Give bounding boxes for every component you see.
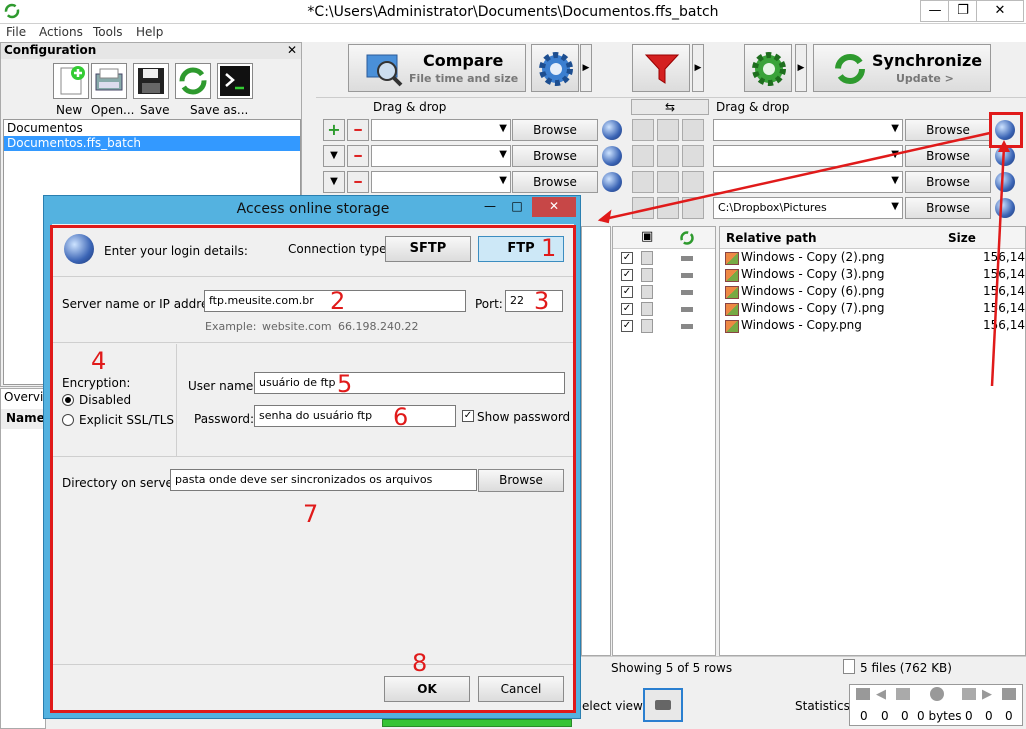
- annotation-number-1: 1: [541, 234, 557, 262]
- annotation-arrows: [597, 131, 1010, 387]
- annotation-number-2: 2: [330, 287, 346, 315]
- annotation-number-4: 4: [91, 347, 107, 375]
- annotation-number-5: 5: [337, 370, 353, 398]
- annotation-number-6: 6: [393, 403, 409, 431]
- annotation-number-8: 8: [412, 649, 428, 677]
- annotation-number-7: 7: [303, 500, 319, 528]
- annotation-number-3: 3: [534, 287, 550, 315]
